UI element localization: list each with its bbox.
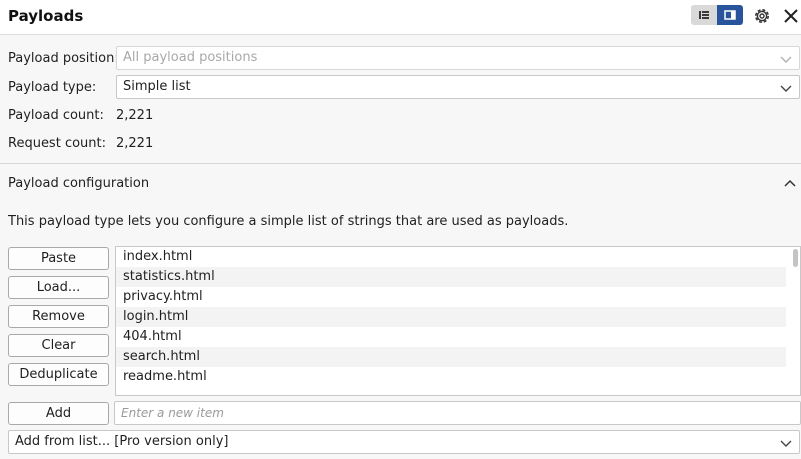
chevron-down-icon — [780, 85, 792, 92]
list-item[interactable]: privacy.html — [116, 287, 786, 307]
load-button[interactable]: Load... — [8, 276, 109, 299]
payload-list[interactable]: index.html statistics.html privacy.html … — [115, 246, 801, 396]
payload-count-value: 2,221 — [116, 108, 154, 123]
section-divider — [0, 163, 801, 164]
panel-header: Payloads — [0, 0, 801, 35]
list-item[interactable]: login.html — [116, 307, 786, 327]
payload-count-label: Payload count: — [8, 108, 104, 123]
clear-button[interactable]: Clear — [8, 334, 109, 357]
list-item[interactable]: statistics.html — [116, 267, 786, 287]
detail-view-icon[interactable] — [717, 5, 743, 25]
payload-position-select: All payload positions — [116, 46, 800, 70]
chevron-up-icon[interactable] — [784, 178, 796, 188]
add-from-list-value: Add from list... [Pro version only] — [15, 434, 229, 449]
payload-configuration-title: Payload configuration — [8, 176, 150, 191]
list-scrollbar[interactable] — [793, 249, 798, 267]
payload-type-label: Payload type: — [8, 80, 97, 95]
list-item[interactable]: 404.html — [116, 327, 786, 347]
chevron-down-icon — [780, 440, 792, 447]
list-view-icon[interactable] — [691, 5, 717, 25]
list-item[interactable]: readme.html — [116, 367, 786, 387]
payload-type-select[interactable]: Simple list — [116, 75, 800, 99]
panel-title: Payloads — [8, 7, 84, 25]
add-from-list-select[interactable]: Add from list... [Pro version only] — [8, 430, 800, 454]
view-toggle[interactable] — [691, 5, 743, 25]
remove-button[interactable]: Remove — [8, 305, 109, 328]
chevron-down-icon — [780, 56, 792, 63]
gear-icon[interactable] — [751, 5, 773, 27]
paste-button[interactable]: Paste — [8, 247, 109, 270]
new-item-input[interactable]: Enter a new item — [114, 401, 801, 425]
list-item[interactable]: search.html — [116, 347, 786, 367]
add-button[interactable]: Add — [8, 402, 109, 425]
close-icon[interactable] — [780, 5, 801, 27]
deduplicate-button[interactable]: Deduplicate — [8, 363, 109, 386]
payload-position-value: All payload positions — [123, 50, 258, 65]
payload-type-value: Simple list — [123, 79, 191, 94]
payload-position-label: Payload position: — [8, 51, 119, 66]
payload-type-description: This payload type lets you configure a s… — [8, 214, 569, 229]
request-count-value: 2,221 — [116, 136, 154, 151]
list-item[interactable]: index.html — [116, 247, 786, 267]
request-count-label: Request count: — [8, 136, 106, 151]
